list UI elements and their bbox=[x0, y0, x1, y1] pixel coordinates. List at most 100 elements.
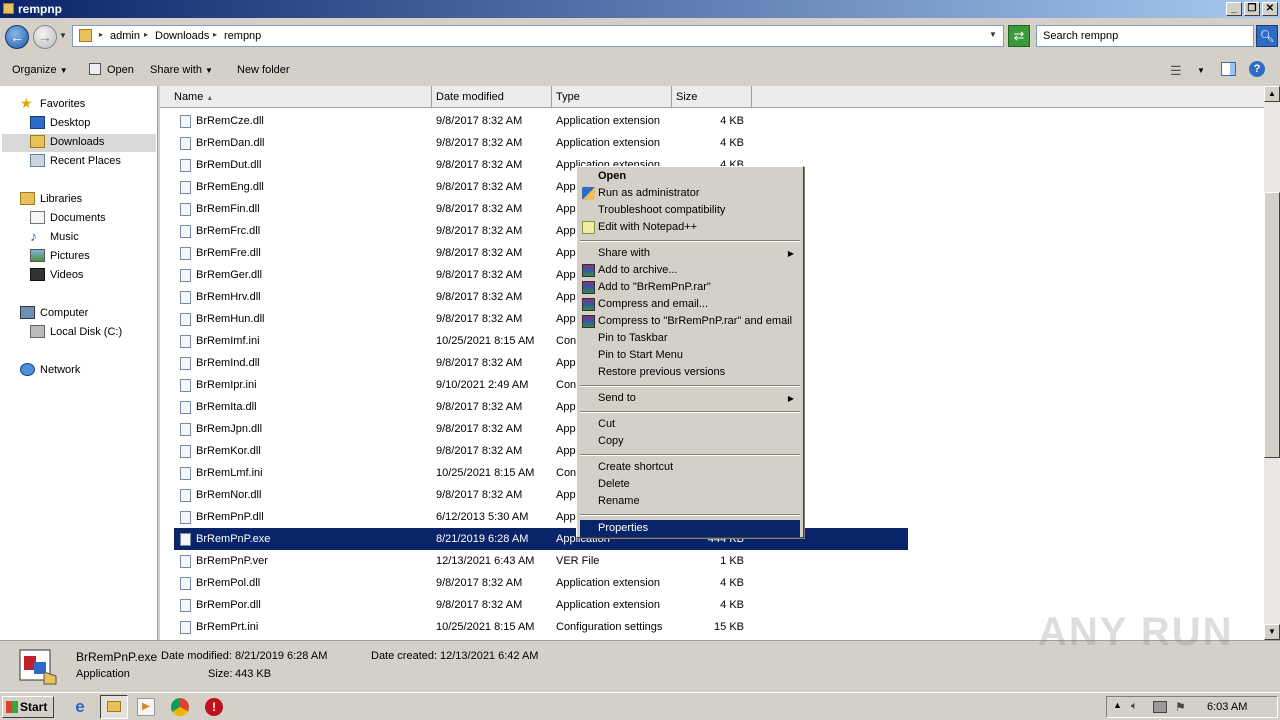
scroll-down-button[interactable]: ▼ bbox=[1264, 624, 1280, 640]
column-header-name[interactable]: Name ▲ bbox=[160, 86, 432, 108]
search-input[interactable]: Search rempnp bbox=[1036, 25, 1254, 47]
refresh-button[interactable]: ⇄ bbox=[1008, 25, 1030, 47]
column-header-date[interactable]: Date modified bbox=[432, 86, 552, 108]
menu-edit-notepad[interactable]: Edit with Notepad++ bbox=[580, 219, 800, 236]
file-icon bbox=[180, 511, 191, 524]
menu-run-as-admin[interactable]: Run as administrator bbox=[580, 185, 800, 202]
menu-open[interactable]: Open bbox=[580, 168, 800, 185]
nav-music[interactable]: ♪ Music bbox=[30, 228, 150, 246]
help-icon[interactable]: ? bbox=[1249, 61, 1265, 77]
vertical-scrollbar[interactable]: ▲ ▼ bbox=[1264, 86, 1280, 640]
nav-recent-places[interactable]: Recent Places bbox=[30, 152, 150, 170]
downloads-folder-icon bbox=[30, 135, 45, 148]
scroll-thumb[interactable] bbox=[1264, 192, 1280, 458]
share-with-button[interactable]: Share with ▼ bbox=[150, 64, 213, 76]
minimize-button[interactable]: _ bbox=[1226, 2, 1242, 16]
menu-delete[interactable]: Delete bbox=[580, 476, 800, 493]
file-row[interactable]: BrRemDan.dll 9/8/2017 8:32 AM Application … bbox=[174, 132, 908, 154]
nav-libraries[interactable]: Libraries bbox=[20, 190, 150, 208]
menu-create-shortcut[interactable]: Create shortcut bbox=[580, 459, 800, 476]
menu-send-to[interactable]: Send to ▶ bbox=[580, 390, 800, 407]
start-button[interactable]: Start bbox=[2, 696, 54, 718]
address-bar[interactable]: ▸ admin ▸ Downloads ▸ rempnp ▼ bbox=[72, 25, 1004, 47]
menu-restore-versions[interactable]: Restore previous versions bbox=[580, 364, 800, 381]
maximize-button[interactable]: ❐ bbox=[1244, 2, 1260, 16]
forward-button[interactable]: → bbox=[33, 25, 57, 49]
nav-desktop[interactable]: Desktop bbox=[30, 114, 150, 132]
recent-pages-dropdown-icon[interactable]: ▼ bbox=[59, 31, 67, 40]
chrome-icon[interactable] bbox=[171, 698, 189, 716]
file-row[interactable]: BrRemPol.dll 9/8/2017 8:32 AM Application … bbox=[174, 572, 908, 594]
close-button[interactable]: ✕ bbox=[1262, 2, 1278, 16]
file-icon bbox=[180, 225, 191, 238]
internet-explorer-icon[interactable]: e bbox=[70, 697, 90, 717]
chevron-down-icon[interactable]: ▼ bbox=[1197, 66, 1205, 75]
file-row[interactable]: BrRemPnP.ver 12/13/2021 6:43 AM VER File 1 … bbox=[174, 550, 908, 572]
chevron-right-icon[interactable]: ▸ bbox=[213, 30, 217, 39]
clock[interactable]: 6:03 AM bbox=[1207, 701, 1247, 713]
menu-rename[interactable]: Rename bbox=[580, 493, 800, 510]
organize-button[interactable]: Organize ▼ bbox=[12, 64, 68, 76]
menu-copy[interactable]: Copy bbox=[580, 433, 800, 450]
explorer-taskbar-button[interactable] bbox=[100, 695, 128, 719]
file-icon bbox=[180, 423, 191, 436]
view-options-icon[interactable]: ☰ bbox=[1170, 63, 1182, 79]
menu-add-rar[interactable]: Add to "BrRemPnP.rar" bbox=[580, 279, 800, 296]
nav-computer[interactable]: Computer bbox=[20, 304, 150, 322]
submenu-arrow-icon: ▶ bbox=[787, 394, 794, 403]
back-button[interactable]: ← bbox=[5, 25, 29, 49]
column-header-size[interactable]: Size bbox=[672, 86, 752, 108]
file-name: BrRemKor.dll bbox=[196, 445, 261, 457]
nav-documents[interactable]: Documents bbox=[30, 209, 150, 227]
file-date: 10/25/2021 8:15 AM bbox=[436, 335, 535, 347]
menu-share-with[interactable]: Share with ▶ bbox=[580, 245, 800, 262]
breadcrumb-rempnp[interactable]: rempnp bbox=[224, 30, 261, 42]
breadcrumb-admin[interactable]: admin bbox=[110, 30, 140, 42]
chevron-down-icon[interactable]: ▼ bbox=[989, 30, 997, 39]
open-button[interactable]: Open bbox=[107, 64, 134, 76]
file-date: 9/8/2017 8:32 AM bbox=[436, 247, 523, 259]
chevron-right-icon[interactable]: ▸ bbox=[144, 30, 148, 39]
command-bar: Organize ▼ Open Share with ▼ New folder … bbox=[0, 56, 1280, 86]
menu-compress-rar-email[interactable]: Compress to "BrRemPnP.rar" and email bbox=[580, 313, 800, 330]
nav-local-disk[interactable]: Local Disk (C:) bbox=[30, 323, 150, 341]
file-date: 9/8/2017 8:32 AM bbox=[436, 401, 523, 413]
column-header-type[interactable]: Type bbox=[552, 86, 672, 108]
nav-pictures[interactable]: Pictures bbox=[30, 247, 150, 265]
file-row[interactable]: BrRemPrt.ini 10/25/2021 8:15 AM Configurat… bbox=[174, 616, 908, 638]
media-player-icon[interactable]: ▶ bbox=[137, 698, 155, 716]
nav-favorites-label: Favorites bbox=[40, 98, 86, 110]
menu-compress-email[interactable]: Compress and email... bbox=[580, 296, 800, 313]
nav-videos[interactable]: Videos bbox=[30, 266, 150, 284]
new-folder-button[interactable]: New folder bbox=[237, 64, 290, 76]
file-type: VER File bbox=[556, 555, 600, 567]
volume-icon[interactable]: 🔈︎ bbox=[1131, 700, 1138, 713]
nav-downloads[interactable]: Downloads bbox=[30, 133, 150, 151]
nav-network[interactable]: Network bbox=[20, 361, 150, 379]
show-hidden-icons-icon[interactable]: ▲ bbox=[1113, 700, 1122, 710]
file-date: 10/25/2021 8:15 AM bbox=[436, 621, 535, 633]
menu-troubleshoot[interactable]: Troubleshoot compatibility bbox=[580, 202, 800, 219]
action-center-flag-icon[interactable]: ⚑ bbox=[1175, 700, 1186, 714]
security-app-icon[interactable]: ! bbox=[205, 698, 223, 716]
menu-properties[interactable]: Properties bbox=[580, 520, 800, 537]
network-status-icon[interactable] bbox=[1153, 701, 1167, 713]
breadcrumb-downloads[interactable]: Downloads bbox=[155, 30, 209, 42]
menu-pin-start[interactable]: Pin to Start Menu bbox=[580, 347, 800, 364]
menu-cut[interactable]: Cut bbox=[580, 416, 800, 433]
nav-favorites[interactable]: ★ Favorites bbox=[20, 95, 150, 113]
search-icon[interactable]: 🔍︎ bbox=[1256, 25, 1278, 47]
menu-rename-label: Rename bbox=[598, 495, 640, 507]
file-icon bbox=[180, 467, 191, 480]
preview-pane-icon[interactable] bbox=[1221, 62, 1236, 76]
videos-icon bbox=[30, 268, 45, 281]
file-icon bbox=[180, 313, 191, 326]
menu-run-as-admin-label: Run as administrator bbox=[598, 187, 700, 199]
file-size: 15 KB bbox=[714, 621, 744, 633]
menu-pin-taskbar-label: Pin to Taskbar bbox=[598, 332, 668, 344]
file-row[interactable]: BrRemPor.dll 9/8/2017 8:32 AM Application … bbox=[174, 594, 908, 616]
menu-add-archive[interactable]: Add to archive... bbox=[580, 262, 800, 279]
menu-pin-taskbar[interactable]: Pin to Taskbar bbox=[580, 330, 800, 347]
scroll-up-button[interactable]: ▲ bbox=[1264, 86, 1280, 102]
file-row[interactable]: BrRemCze.dll 9/8/2017 8:32 AM Application … bbox=[174, 110, 908, 132]
